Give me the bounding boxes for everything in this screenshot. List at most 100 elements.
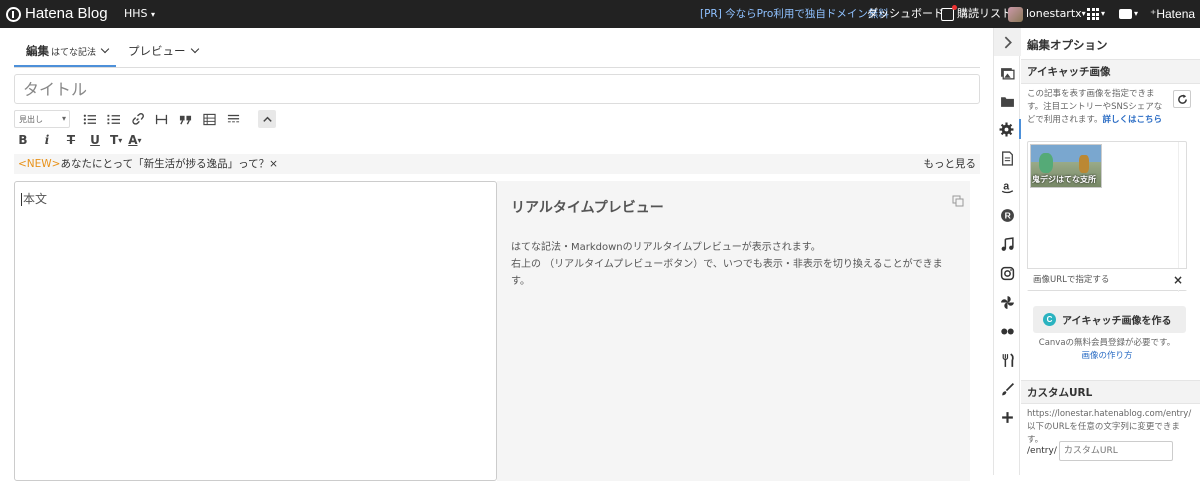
create-eyecatch-label: アイキャッチ画像を作る xyxy=(1062,316,1172,327)
close-announcement-button[interactable]: × xyxy=(269,158,278,170)
caret-down-icon: ▾ xyxy=(118,135,123,145)
user-menu[interactable]: lonestartx ▾ xyxy=(1008,0,1086,28)
hatena-logo-text: Hatena xyxy=(1156,7,1196,21)
create-eyecatch-button[interactable]: C アイキャッチ画像を作る xyxy=(1033,306,1186,333)
preview-line-1: はてな記法・Markdownのリアルタイムプレビューが表示されます。 xyxy=(511,242,821,253)
refresh-images-button[interactable] xyxy=(1173,90,1191,108)
refresh-icon xyxy=(1177,93,1187,104)
announcement-link[interactable]: あなたにとって「新生活が捗る逸品」って？ xyxy=(60,158,269,170)
gear-icon xyxy=(999,122,1014,136)
photo-upload-button[interactable] xyxy=(994,63,1021,83)
blog-selector[interactable]: HHS ▾ xyxy=(124,0,155,28)
add-option-button[interactable] xyxy=(994,407,1021,427)
pro-promo-link[interactable]: [PR] 今ならPro利用で独自ドメイン無料 xyxy=(700,0,889,28)
canva-note: Canvaの無料会員登録が必要です。 画像の作り方 xyxy=(1027,337,1187,363)
thumbnail-figure xyxy=(1079,155,1089,173)
eyecatch-help-link[interactable]: 詳しくはこちら xyxy=(1102,115,1162,125)
close-icon[interactable]: × xyxy=(1173,269,1183,291)
photos-icon xyxy=(1001,67,1015,79)
collapse-toolbar-button[interactable] xyxy=(258,110,276,128)
table-button[interactable] xyxy=(200,110,218,128)
editor-tabs: 編集 はてな記法 プレビュー xyxy=(14,36,980,68)
music-button[interactable] xyxy=(994,234,1021,254)
eyecatch-thumbnail[interactable]: 鬼デジはてな支所 xyxy=(1030,144,1102,188)
thumbnail-tree xyxy=(1039,153,1053,173)
custom-url-heading: カスタムURL xyxy=(1021,380,1200,404)
amazon-icon: a xyxy=(1001,180,1014,193)
hatena-logo[interactable]: ⁺Hatena xyxy=(1150,0,1195,28)
hatena-blog-logo-icon xyxy=(6,6,21,22)
custom-url-input[interactable] xyxy=(1058,441,1173,461)
amazon-button[interactable]: a xyxy=(994,176,1021,196)
apps-menu[interactable]: ▾ xyxy=(1087,0,1105,28)
top-navigation-bar: Hatena Blog HHS ▾ [PR] 今ならPro利用で独自ドメイン無料… xyxy=(0,0,1200,28)
link-button[interactable] xyxy=(128,110,146,128)
caret-down-icon: ▾ xyxy=(1134,9,1139,18)
hatena-blog-logo[interactable]: Hatena Blog xyxy=(6,0,108,28)
horizontal-rule-button[interactable] xyxy=(152,110,170,128)
text-color-button[interactable]: A ▾ xyxy=(128,131,141,149)
preview-description: はてな記法・Markdownのリアルタイムプレビューが表示されます。 右上の （リ… xyxy=(511,239,956,290)
quote-icon xyxy=(179,115,191,124)
chevron-down-icon xyxy=(190,44,199,54)
tab-preview[interactable]: プレビュー xyxy=(128,36,199,67)
rakuten-icon: R xyxy=(1001,208,1014,222)
fork-knife-icon xyxy=(1002,352,1014,367)
folder-icon xyxy=(1001,96,1014,107)
body-editor[interactable]: 本文 xyxy=(14,181,497,481)
canva-note-text: Canvaの無料会員登録が必要です。 xyxy=(1038,338,1176,348)
tab-edit[interactable]: 編集 はてな記法 xyxy=(14,36,116,67)
realtime-preview-pane: リアルタイムプレビュー はてな記法・Markdownのリアルタイムプレビューが表… xyxy=(497,181,970,481)
underline-button[interactable]: U xyxy=(86,131,104,149)
new-tag: <NEW> xyxy=(18,158,61,170)
font-size-button[interactable]: T ▾ xyxy=(110,131,122,149)
grid-icon xyxy=(1087,8,1099,20)
link-icon xyxy=(131,112,144,125)
custom-url-row: /entry/ xyxy=(1027,441,1173,461)
options-icon-sidebar: a R xyxy=(993,28,1021,475)
reading-list-link[interactable]: 購読リスト xyxy=(941,0,1012,28)
font-size-label: T xyxy=(110,133,119,147)
thumbnail-caption: 鬼デジはてな支所 xyxy=(1032,175,1096,184)
text-caret xyxy=(21,193,22,206)
paintbrush-icon xyxy=(1002,382,1014,395)
bullet-list-icon xyxy=(83,114,96,124)
canva-howto-link[interactable]: 画像の作り方 xyxy=(1081,351,1132,361)
google-photos-button[interactable] xyxy=(994,292,1021,312)
bullet-list-button[interactable] xyxy=(80,110,98,128)
numbered-list-button[interactable] xyxy=(104,110,122,128)
chevron-right-icon xyxy=(1004,36,1012,48)
collapse-panel-button[interactable] xyxy=(994,28,1021,56)
message-icon xyxy=(1119,9,1132,19)
fotolife-button[interactable] xyxy=(994,91,1021,111)
entry-prefix: /entry/ xyxy=(1027,446,1057,456)
body-placeholder: 本文 xyxy=(23,192,48,206)
preview-toggle-icon[interactable] xyxy=(952,195,964,207)
notifications-menu[interactable]: ▾ xyxy=(1119,0,1138,28)
edit-options-button[interactable] xyxy=(994,119,1021,139)
announcement-bar: <NEW>あなたにとって「新生活が捗る逸品」って？× もっと見る xyxy=(14,154,980,174)
more-link[interactable]: もっと見る xyxy=(924,154,977,174)
logo-text: Hatena Blog xyxy=(25,5,108,22)
heading-select[interactable]: 見出し xyxy=(14,110,70,128)
bold-button[interactable]: B xyxy=(14,131,32,149)
avatar xyxy=(1008,6,1023,22)
italic-button[interactable]: i xyxy=(38,131,56,149)
strikethrough-button[interactable]: T xyxy=(62,131,80,149)
title-input[interactable] xyxy=(14,74,980,104)
blockquote-button[interactable] xyxy=(176,110,194,128)
rakuten-button[interactable]: R xyxy=(994,205,1021,225)
draft-button[interactable] xyxy=(994,148,1021,168)
instagram-icon xyxy=(1000,266,1015,280)
gourmet-button[interactable] xyxy=(994,350,1021,370)
flickr-button[interactable] xyxy=(994,321,1021,341)
image-url-option[interactable]: 画像URLで指定する × xyxy=(1027,268,1187,290)
instagram-button[interactable] xyxy=(994,263,1021,283)
design-button[interactable] xyxy=(994,379,1021,399)
eyecatch-heading: アイキャッチ画像 xyxy=(1021,60,1200,84)
reading-list-label: 購読リスト xyxy=(957,7,1012,20)
caret-down-icon: ▾ xyxy=(137,135,142,145)
music-note-icon xyxy=(1001,236,1014,251)
dashboard-link[interactable]: ダッシュボード xyxy=(867,0,944,28)
more-section-button[interactable] xyxy=(224,110,242,128)
